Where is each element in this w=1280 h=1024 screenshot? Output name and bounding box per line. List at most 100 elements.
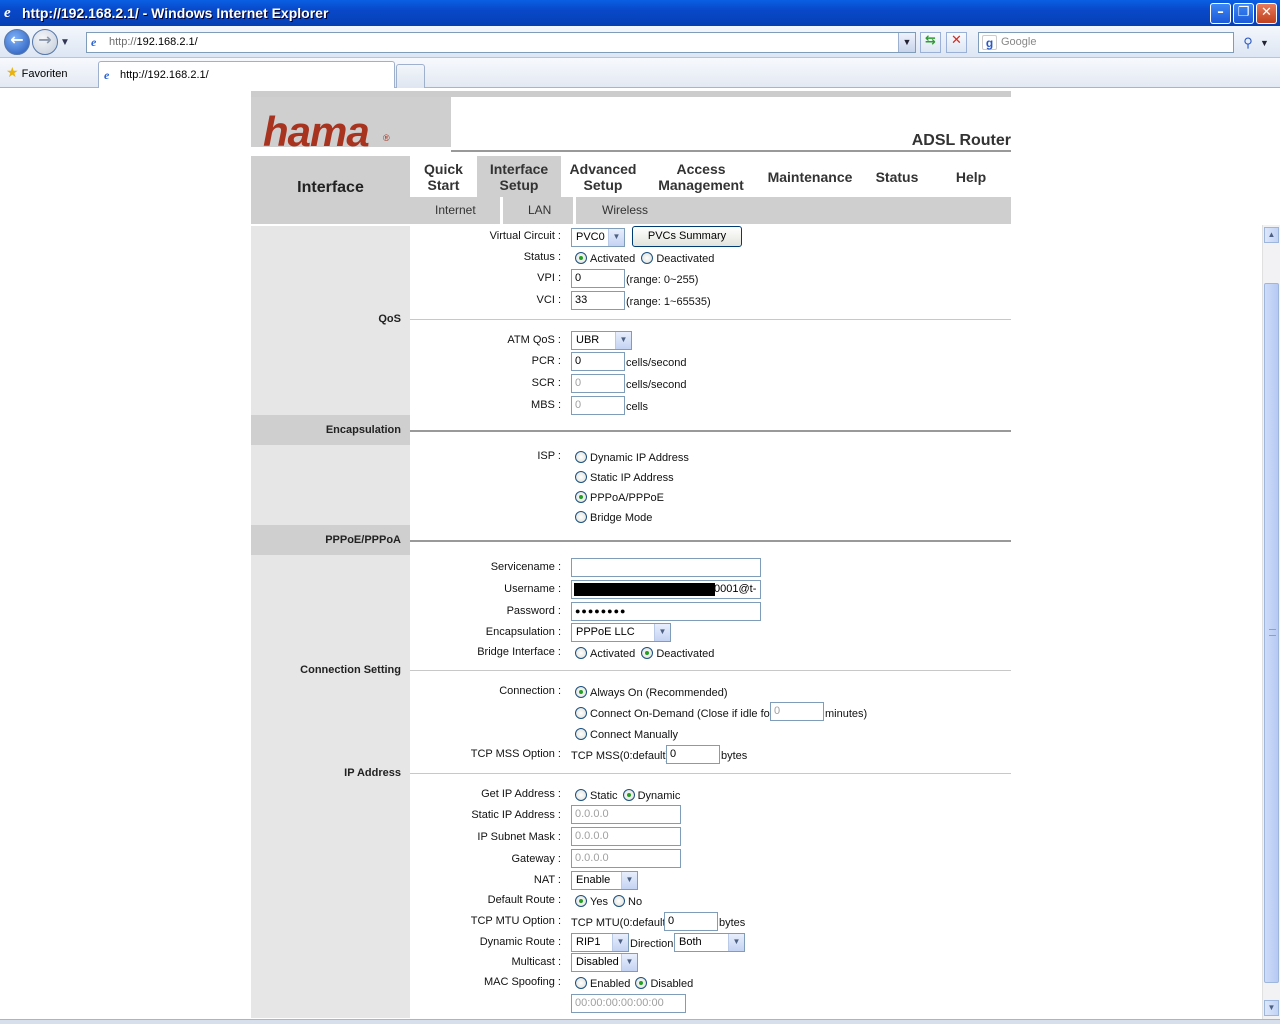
tcp-mss-prefix: TCP MSS(0:default) [571, 750, 670, 762]
status-activated-radio[interactable]: Activated [575, 252, 635, 265]
password-input[interactable]: ●●●●●●●● [571, 602, 761, 621]
username-visible-text: 0001@t- [714, 583, 757, 595]
nav-maintenance[interactable]: Maintenance [757, 156, 863, 198]
new-tab-button[interactable] [396, 64, 425, 88]
forward-button[interactable]: → [32, 29, 58, 55]
on-demand-radio[interactable]: Connect On-Demand (Close if idle for [575, 707, 773, 720]
dynamic-route-select[interactable]: RIP1 ▼ [571, 933, 629, 952]
maximize-button[interactable]: ❐ [1233, 3, 1254, 24]
chevron-down-icon: ▼ [728, 934, 744, 951]
multicast-select[interactable]: Disabled ▼ [571, 953, 638, 972]
address-dropdown-icon[interactable]: ▼ [898, 33, 915, 52]
search-icon[interactable]: ⚲ [1238, 32, 1258, 53]
servicename-input[interactable] [571, 558, 761, 577]
pvcs-summary-button[interactable]: PVCs Summary [632, 226, 742, 247]
logo-area: hama ® [251, 97, 451, 155]
address-bar[interactable]: e http://192.168.2.1/ ▼ [86, 32, 916, 53]
always-on-radio[interactable]: Always On (Recommended) [575, 686, 728, 699]
section-pppoe-label: PPPoE/PPPoA [325, 534, 401, 546]
bridge-interface-label: Bridge Interface : [477, 646, 561, 658]
vpi-input[interactable]: 0 [571, 269, 625, 288]
scroll-thumb[interactable] [1264, 283, 1279, 983]
connect-manually-radio[interactable]: Connect Manually [575, 728, 678, 741]
nav-status[interactable]: Status [863, 156, 931, 198]
bridge-deactivated-radio[interactable]: Deactivated [641, 647, 714, 660]
vci-range: (range: 1~65535) [626, 296, 711, 308]
nav-advanced-setup[interactable]: Advanced Setup [561, 156, 645, 198]
nav-interface-setup[interactable]: Interface Setup [477, 156, 561, 198]
mbs-label: MBS : [531, 399, 561, 411]
idle-minutes-input[interactable]: 0 [770, 702, 824, 721]
subnet-mask-input[interactable]: 0.0.0.0 [571, 827, 681, 846]
username-input[interactable]: 0001@t- [571, 580, 761, 599]
scroll-down-icon[interactable]: ▼ [1264, 1000, 1279, 1016]
tcp-mss-label: TCP MSS Option : [470, 748, 561, 760]
pcr-unit: cells/second [626, 357, 687, 369]
scroll-up-icon[interactable]: ▲ [1264, 227, 1279, 243]
isp-static-ip-radio[interactable]: Static IP Address [575, 471, 674, 484]
default-route-yes-radio[interactable]: Yes [575, 895, 608, 908]
subtab-lan[interactable]: LAN [528, 203, 551, 217]
scr-input[interactable]: 0 [571, 374, 625, 393]
tab-current[interactable]: e http://192.168.2.1/ [98, 61, 395, 88]
bridge-activated-radio[interactable]: Activated [575, 647, 635, 660]
encapsulation-select[interactable]: PPPoE LLC ▼ [571, 623, 671, 642]
address-text[interactable]: http://192.168.2.1/ [109, 36, 198, 48]
redaction-block [574, 583, 715, 596]
close-button[interactable]: ✕ [1256, 3, 1277, 24]
gateway-input[interactable]: 0.0.0.0 [571, 849, 681, 868]
favorites-button[interactable]: ★ Favoriten [6, 64, 67, 81]
vertical-scrollbar[interactable]: ▲ ▼ [1262, 225, 1280, 1020]
isp-pppoe-radio[interactable]: PPPoA/PPPoE [575, 491, 664, 504]
default-route-no-radio[interactable]: No [613, 895, 642, 908]
tcp-mtu-input[interactable]: 0 [664, 912, 718, 931]
nav-help[interactable]: Help [931, 156, 1011, 198]
pcr-input[interactable]: 0 [571, 352, 625, 371]
get-ip-dynamic-radio[interactable]: Dynamic [622, 789, 680, 802]
default-route-label: Default Route : [487, 894, 561, 906]
page-icon: e [91, 35, 97, 49]
get-ip-static-radio[interactable]: Static [575, 789, 618, 802]
virtual-circuit-label: Virtual Circuit : [489, 230, 561, 242]
tcp-mss-input[interactable]: 0 [666, 745, 720, 764]
isp-dynamic-ip-radio[interactable]: Dynamic IP Address [575, 451, 689, 464]
direction-select[interactable]: Both ▼ [674, 933, 745, 952]
chevron-down-icon: ▼ [608, 229, 624, 246]
isp-bridge-radio[interactable]: Bridge Mode [575, 511, 652, 524]
mbs-input[interactable]: 0 [571, 396, 625, 415]
window-title: http://192.168.2.1/ - Windows Internet E… [22, 5, 329, 21]
direction-label: Direction [630, 938, 674, 950]
virtual-circuit-select[interactable]: PVC0 ▼ [571, 228, 625, 247]
search-options-icon[interactable]: ▼ [1260, 38, 1269, 48]
username-label: Username : [504, 583, 561, 595]
subtab-internet[interactable]: Internet [435, 203, 476, 217]
search-input[interactable]: g Google [978, 32, 1234, 53]
atm-qos-select[interactable]: UBR ▼ [571, 331, 632, 350]
back-button[interactable]: ← [4, 29, 30, 55]
nat-select[interactable]: Enable ▼ [571, 871, 638, 890]
status-label: Status : [523, 251, 561, 263]
window-titlebar: e http://192.168.2.1/ - Windows Internet… [0, 0, 1280, 26]
recent-pages-dropdown-icon[interactable]: ▼ [60, 37, 70, 48]
mac-spoofing-disabled-radio[interactable]: Disabled [635, 977, 693, 990]
password-label: Password : [506, 605, 561, 617]
section-ip-label: IP Address [344, 767, 401, 779]
mac-address-input[interactable]: 00:00:00:00:00:00 [571, 994, 686, 1013]
nav-access-management[interactable]: Access Management [645, 156, 757, 198]
scr-label: SCR : [531, 377, 561, 389]
minimize-button[interactable]: – [1210, 3, 1231, 24]
page-icon: e [104, 68, 110, 82]
status-radio-group: Activated Deactivated [575, 252, 714, 265]
refresh-icon[interactable]: ⇆ [920, 32, 941, 53]
vci-input[interactable]: 33 [571, 291, 625, 310]
nav-quick-start[interactable]: Quick Start [410, 156, 477, 198]
stop-icon[interactable]: ✕ [946, 32, 967, 53]
mac-spoofing-enabled-radio[interactable]: Enabled [575, 977, 630, 990]
main-nav: Quick Start Interface Setup Advanced Setup … [410, 156, 1011, 198]
subtab-wireless[interactable]: Wireless [602, 203, 648, 217]
sub-nav: Internet LAN Wireless [410, 197, 1011, 224]
status-deactivated-radio[interactable]: Deactivated [641, 252, 714, 265]
static-ip-input[interactable]: 0.0.0.0 [571, 805, 681, 824]
isp-label: ISP : [537, 450, 561, 462]
get-ip-label: Get IP Address : [481, 788, 561, 800]
